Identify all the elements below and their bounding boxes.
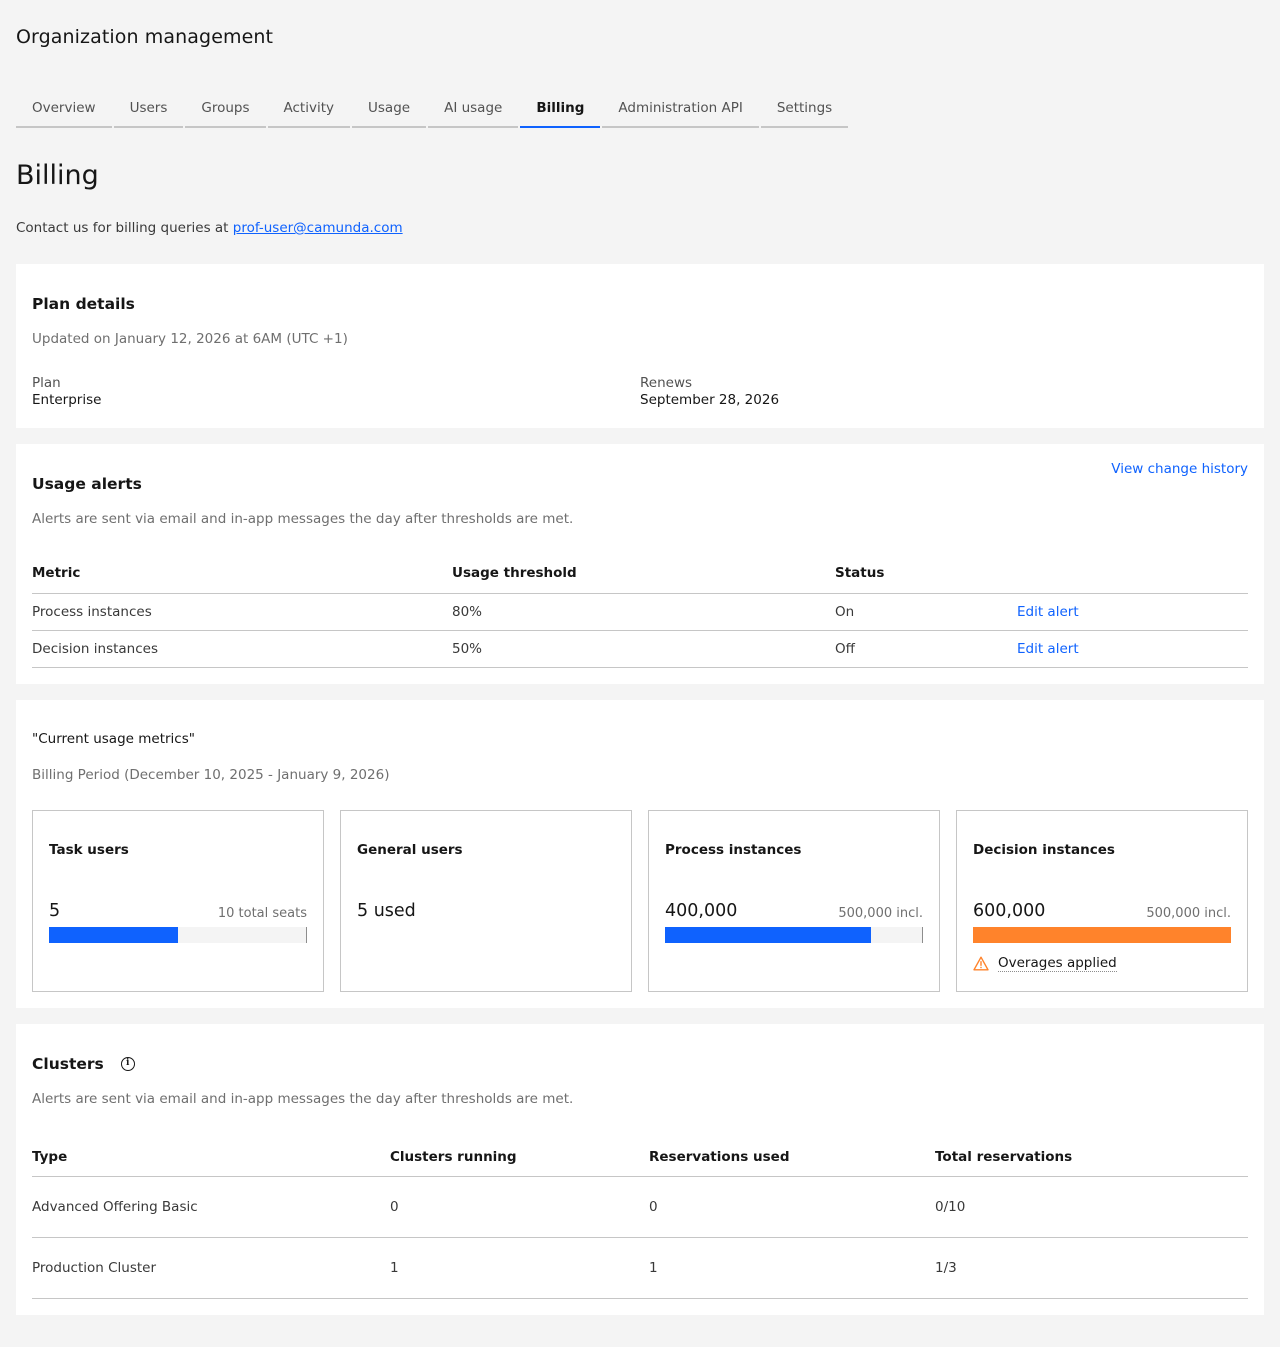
tile-value: 600,000: [973, 901, 1046, 921]
renews-field: Renews September 28, 2026: [640, 375, 779, 408]
reservations-used: 0: [649, 1199, 658, 1215]
tile-limit: 10 total seats: [217, 906, 307, 921]
usage-progress-fill: [973, 927, 1231, 943]
tile-value: 5 used: [357, 901, 416, 921]
metric-tile-task-users: Task users 5 10 total seats: [32, 810, 324, 992]
clusters-title-row: Clusters i: [32, 1055, 135, 1073]
clusters-running: 0: [390, 1199, 399, 1215]
table-row: Decision instances 50% Off Edit alert: [32, 631, 1248, 668]
plan-updated-text: Updated on January 12, 2026 at 6AM (UTC …: [32, 331, 348, 347]
overage-warning: Overages applied: [973, 955, 1117, 972]
plan-details-title: Plan details: [32, 295, 135, 313]
alert-status: On: [835, 604, 855, 620]
tab-activity[interactable]: Activity: [267, 90, 351, 128]
table-row: Process instances 80% On Edit alert: [32, 594, 1248, 631]
warning-icon: [973, 956, 989, 971]
tab-usage[interactable]: Usage: [352, 90, 427, 128]
info-icon[interactable]: i: [120, 1057, 135, 1071]
table-header-row: Type Clusters running Reservations used …: [32, 1138, 1248, 1177]
usage-alerts-subtitle: Alerts are sent via email and in-app mes…: [32, 511, 574, 527]
tab-groups[interactable]: Groups: [185, 90, 266, 128]
clusters-card: Clusters i Alerts are sent via email and…: [16, 1024, 1264, 1315]
usage-metrics-card: "Current usage metrics" Billing Period (…: [16, 700, 1264, 1008]
header-total-reservations: Total reservations: [935, 1149, 1073, 1165]
usage-progress-fill: [665, 927, 871, 943]
alert-threshold: 80%: [452, 604, 483, 620]
tab-billing[interactable]: Billing: [520, 90, 601, 128]
tile-title: Decision instances: [973, 842, 1115, 858]
tab-administration-api[interactable]: Administration API: [602, 90, 759, 128]
contact-email-link[interactable]: prof-user@camunda.com: [233, 220, 403, 236]
tile-title: Task users: [49, 842, 129, 858]
alert-threshold: 50%: [452, 641, 483, 657]
metric-tile-general-users: General users 5 used: [340, 810, 632, 992]
tile-limit: 500,000 incl.: [1146, 906, 1231, 921]
total-reservations: 0/10: [935, 1199, 966, 1215]
tab-ai-usage[interactable]: AI usage: [428, 90, 519, 128]
edit-alert-link[interactable]: Edit alert: [1017, 641, 1079, 657]
usage-progress-fill: [49, 927, 178, 943]
tile-limit: 500,000 incl.: [838, 906, 923, 921]
edit-alert-link[interactable]: Edit alert: [1017, 604, 1079, 620]
usage-progress-bar: [973, 927, 1231, 943]
overage-warning-text[interactable]: Overages applied: [998, 955, 1117, 972]
plan-label: Plan: [32, 375, 61, 391]
tab-settings[interactable]: Settings: [760, 90, 849, 128]
usage-alerts-table: Metric Usage threshold Status Process in…: [32, 552, 1248, 668]
metric-tile-decision-instances: Decision instances 600,000 500,000 incl.…: [956, 810, 1248, 992]
clusters-running: 1: [390, 1260, 399, 1276]
metric-tile-process-instances: Process instances 400,000 500,000 incl.: [648, 810, 940, 992]
cluster-type: Production Cluster: [32, 1260, 157, 1276]
clusters-title: Clusters: [32, 1055, 104, 1073]
header-type: Type: [32, 1149, 68, 1165]
view-change-history-link[interactable]: View change history: [1111, 461, 1248, 477]
reservations-used: 1: [649, 1260, 658, 1276]
renews-value: September 28, 2026: [640, 392, 780, 408]
table-row: Production Cluster 1 1 1/3: [32, 1238, 1248, 1299]
header-metric: Metric: [32, 564, 81, 581]
alert-metric: Process instances: [32, 604, 152, 620]
usage-progress-bar: [49, 927, 307, 943]
usage-progress-bar: [665, 927, 923, 943]
header-status: Status: [835, 564, 885, 581]
tab-users[interactable]: Users: [113, 90, 184, 128]
tab-bar: Overview Users Groups Activity Usage AI …: [16, 90, 850, 128]
plan-details-card: Plan details Updated on January 12, 2026…: [16, 264, 1264, 428]
usage-metrics-title: "Current usage metrics": [32, 731, 195, 747]
billing-contact: Contact us for billing queries at prof-u…: [16, 220, 403, 236]
header-reservations-used: Reservations used: [649, 1149, 790, 1165]
total-reservations: 1/3: [935, 1260, 957, 1276]
usage-alerts-card: Usage alerts View change history Alerts …: [16, 444, 1264, 684]
table-row: Advanced Offering Basic 0 0 0/10: [32, 1177, 1248, 1238]
tab-overview[interactable]: Overview: [16, 90, 112, 128]
usage-alerts-title: Usage alerts: [32, 475, 142, 493]
tile-value: 400,000: [665, 901, 738, 921]
billing-period-text: Billing Period (December 10, 2025 - Janu…: [32, 767, 390, 783]
header-usage-threshold: Usage threshold: [452, 564, 577, 581]
contact-text: Contact us for billing queries at: [16, 220, 233, 236]
plan-value: Enterprise: [32, 392, 102, 408]
table-header-row: Metric Usage threshold Status: [32, 552, 1248, 594]
page-title: Billing: [16, 160, 99, 191]
cluster-type: Advanced Offering Basic: [32, 1199, 198, 1215]
tile-title: Process instances: [665, 842, 802, 858]
app-title: Organization management: [16, 26, 274, 48]
tile-value: 5: [49, 901, 61, 921]
clusters-subtitle: Alerts are sent via email and in-app mes…: [32, 1091, 574, 1107]
tile-title: General users: [357, 842, 463, 858]
header-clusters-running: Clusters running: [390, 1149, 517, 1165]
alert-status: Off: [835, 641, 855, 657]
alert-metric: Decision instances: [32, 641, 158, 657]
renews-label: Renews: [640, 375, 693, 391]
plan-field: Plan Enterprise: [32, 375, 101, 408]
clusters-table: Type Clusters running Reservations used …: [32, 1138, 1248, 1299]
